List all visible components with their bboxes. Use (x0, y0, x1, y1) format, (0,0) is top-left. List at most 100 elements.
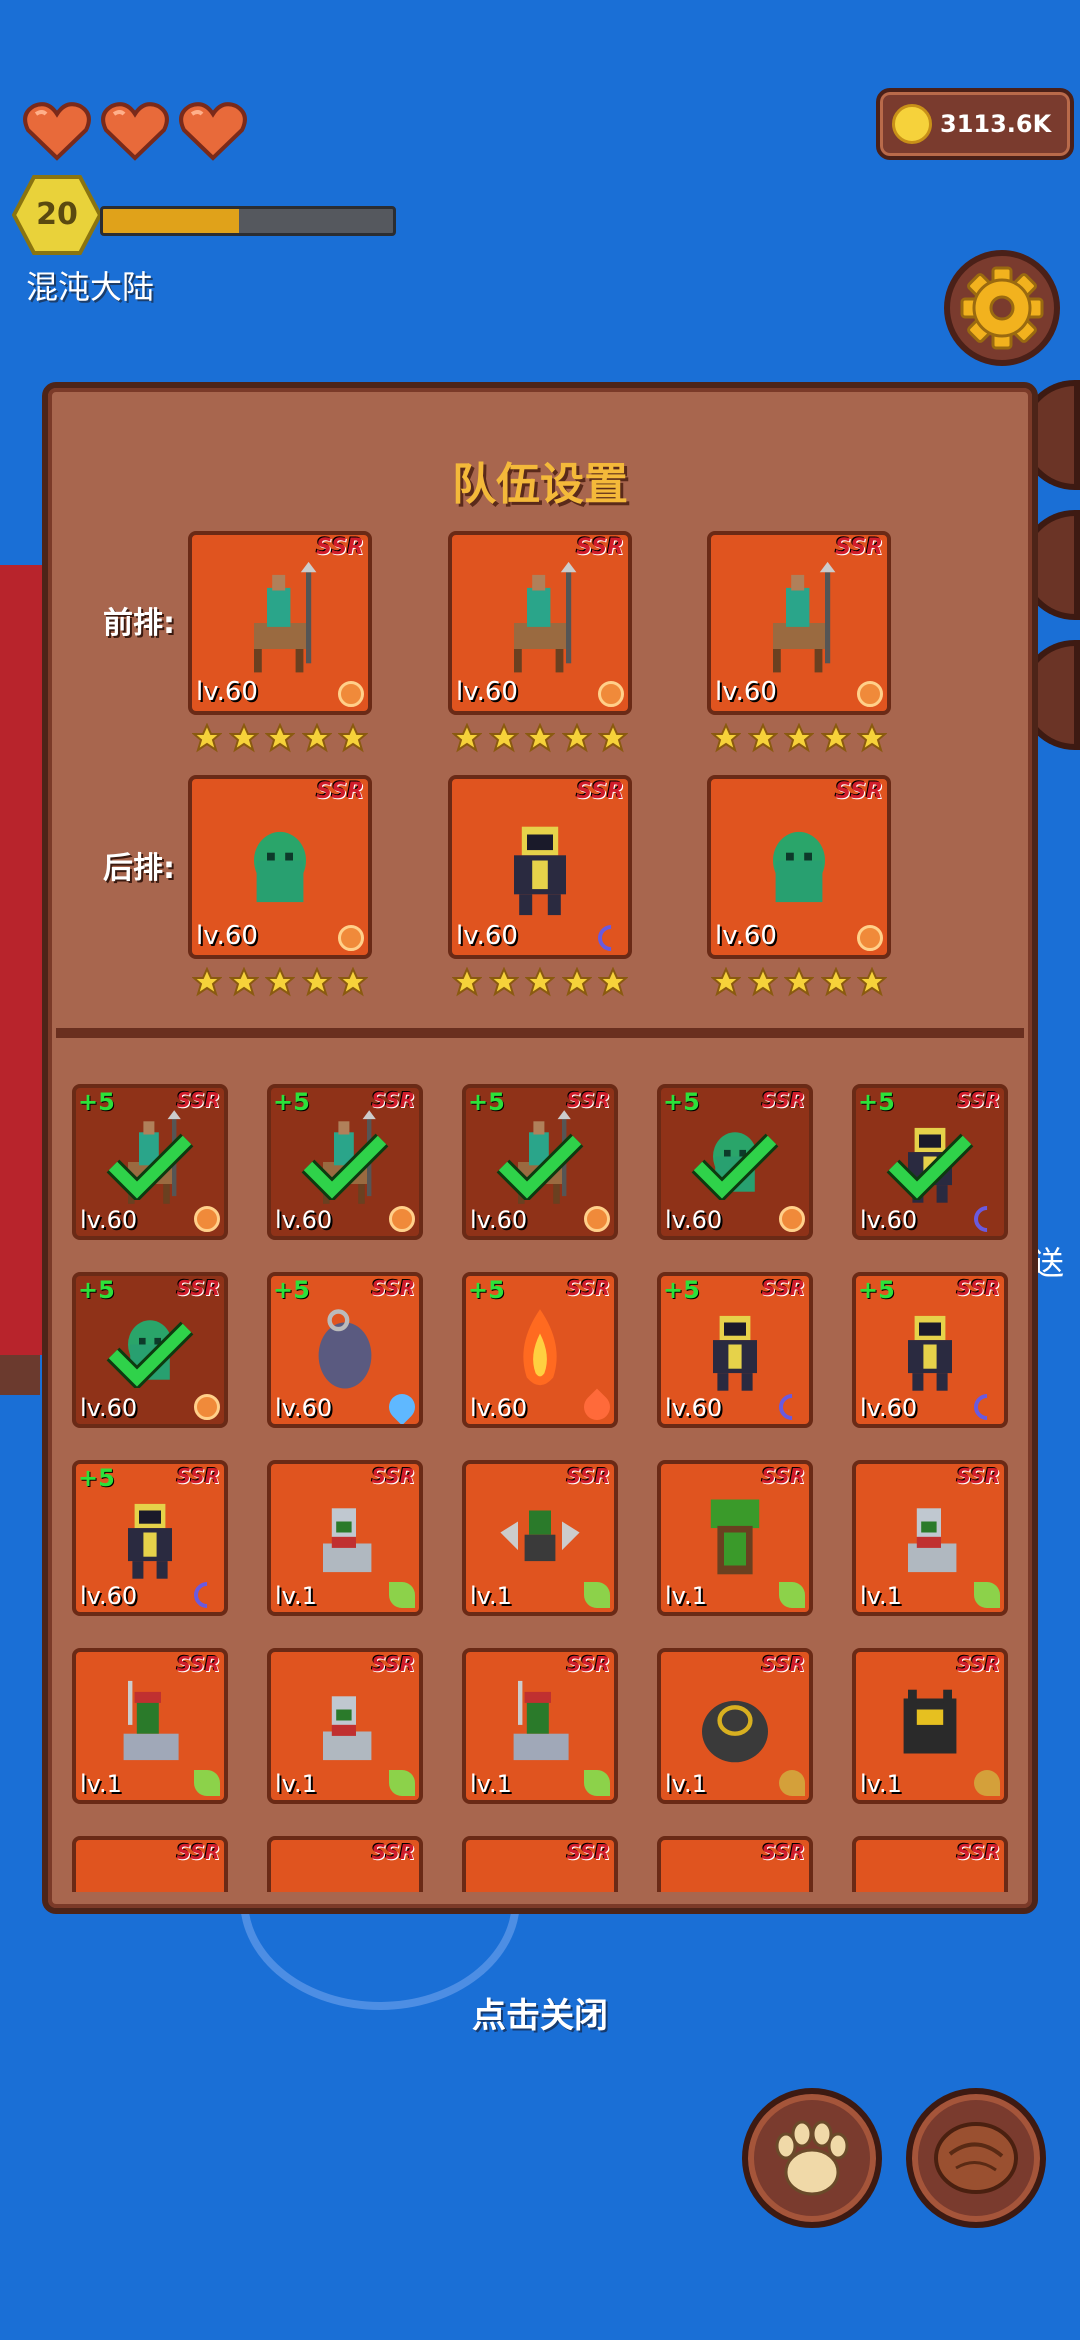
hero-card[interactable]: +5 SSR lv.60 (72, 1084, 228, 1240)
wolf-orc-sprite-icon (323, 1696, 372, 1761)
star-icon (191, 966, 223, 1001)
hero-card[interactable]: SSR (852, 1836, 1008, 1892)
hero-card[interactable]: SSR (72, 1836, 228, 1892)
hero-card[interactable]: SSR lv.1 (852, 1648, 1008, 1804)
rarity-badge: SSR (956, 1840, 1001, 1864)
hero-level: lv.60 (860, 1206, 918, 1234)
hooded-mage-sprite-icon (318, 1309, 372, 1389)
rarity-badge: SSR (371, 1840, 416, 1864)
team-slot-front-3[interactable]: SSR lv.60 (707, 531, 891, 715)
upgrade-badge: +5 (273, 1088, 310, 1116)
region-name: 混沌大陆 (26, 268, 155, 306)
hero-pool[interactable]: +5 SSR lv.60 +5 SSR lv.60 +5 SSR lv.60 +5 SSR lv.60… (72, 1084, 1022, 1892)
hero-level: lv.60 (715, 677, 777, 707)
team-slot-back-2[interactable]: SSR lv.60 (448, 775, 632, 959)
rarity-badge: SSR (956, 1276, 1001, 1300)
rarity-badge: SSR (566, 1088, 611, 1112)
inventory-button[interactable] (906, 2088, 1046, 2228)
check-icon (301, 1133, 389, 1200)
team-slot-front-2[interactable]: SSR lv.60 (448, 531, 632, 715)
rarity-badge: SSR (956, 1464, 1001, 1488)
paw-icon (775, 2120, 849, 2196)
hero-card[interactable]: +5 SSR lv.60 (72, 1460, 228, 1616)
rarity-badge: SSR (761, 1088, 806, 1112)
hero-card[interactable]: SSR lv.1 (72, 1648, 228, 1804)
hero-level: lv.60 (470, 1206, 528, 1234)
star-icon (264, 966, 296, 1001)
hero-card[interactable]: SSR lv.1 (657, 1460, 813, 1616)
stone-golem-sprite-icon (702, 1700, 768, 1763)
star-icon (560, 966, 593, 1001)
hero-card[interactable]: SSR lv.1 (267, 1648, 423, 1804)
rarity-badge: SSR (835, 779, 883, 804)
hero-card[interactable]: SSR (267, 1836, 423, 1892)
rarity-badge: SSR (176, 1276, 221, 1300)
slime-ghost-sprite-icon (254, 831, 306, 903)
hero-card[interactable]: SSR lv.1 (657, 1648, 813, 1804)
earth-element-icon (779, 1770, 805, 1796)
section-divider (56, 1028, 1024, 1038)
star-icon (783, 722, 815, 757)
close-hint[interactable]: 点击关闭 (0, 1988, 1080, 2037)
wolf-rider-sprite-icon (123, 1680, 179, 1761)
wolf-orc-sprite-icon (323, 1508, 372, 1573)
hero-card[interactable]: +5 SSR lv.60 (657, 1084, 813, 1240)
hero-card[interactable]: SSR lv.1 (852, 1460, 1008, 1616)
rarity-badge: SSR (176, 1464, 221, 1488)
check-icon (496, 1133, 584, 1200)
hero-level: lv.60 (470, 1394, 528, 1422)
hero-level: lv.60 (275, 1206, 333, 1234)
hero-level: lv.1 (470, 1582, 512, 1610)
heart-icon (100, 100, 170, 166)
hero-level: lv.60 (80, 1394, 138, 1422)
sun-element-icon (779, 1206, 805, 1232)
hero-card[interactable]: +5 SSR lv.60 (267, 1272, 423, 1428)
hero-card[interactable]: SSR lv.1 (462, 1460, 618, 1616)
hero-card[interactable]: +5 SSR lv.60 (462, 1272, 618, 1428)
check-icon (691, 1133, 779, 1200)
hero-card[interactable]: SSR (657, 1836, 813, 1892)
background-ledge (0, 1355, 40, 1395)
check-icon (886, 1133, 974, 1200)
team-slot-back-1[interactable]: SSR lv.60 (188, 775, 372, 959)
leather-bag-icon (934, 2122, 1018, 2194)
leaf-element-icon (194, 1770, 220, 1796)
hero-card[interactable]: SSR (462, 1836, 618, 1892)
slime-ghost-sprite-icon (773, 831, 825, 903)
hero-card[interactable]: +5 SSR lv.60 (852, 1084, 1008, 1240)
star-icon (783, 966, 815, 1001)
star-icon (300, 966, 333, 1001)
rarity-badge: SSR (761, 1840, 806, 1864)
star-icon (710, 722, 742, 757)
rarity-badge: SSR (176, 1088, 221, 1112)
star-icon (451, 966, 483, 1001)
team-slot-back-3[interactable]: SSR lv.60 (707, 775, 891, 959)
hero-level: lv.60 (860, 1394, 918, 1422)
coin-counter[interactable]: 3113.6K (876, 88, 1074, 160)
leaf-element-icon (389, 1770, 415, 1796)
xp-bar (100, 206, 396, 236)
check-icon (106, 1133, 194, 1200)
hero-card[interactable]: SSR lv.1 (462, 1648, 618, 1804)
upgrade-badge: +5 (468, 1088, 505, 1116)
settings-button[interactable] (944, 250, 1060, 366)
health-hearts (22, 100, 248, 166)
upgrade-badge: +5 (663, 1088, 700, 1116)
hero-card[interactable]: SSR lv.1 (267, 1460, 423, 1616)
pet-button[interactable] (742, 2088, 882, 2228)
rarity-badge: SSR (566, 1840, 611, 1864)
star-rating (448, 966, 632, 1001)
hero-card[interactable]: +5 SSR lv.60 (852, 1272, 1008, 1428)
hero-card[interactable]: +5 SSR lv.60 (72, 1272, 228, 1428)
star-icon (524, 722, 556, 757)
star-rating (707, 966, 891, 1001)
team-slot-front-1[interactable]: SSR lv.60 (188, 531, 372, 715)
upgrade-badge: +5 (78, 1088, 115, 1116)
hero-card[interactable]: +5 SSR lv.60 (657, 1272, 813, 1428)
star-rating (188, 966, 372, 1001)
star-icon (710, 966, 742, 1001)
wolf-orc-sprite-icon (908, 1508, 957, 1573)
hero-card[interactable]: +5 SSR lv.60 (462, 1084, 618, 1240)
hero-card[interactable]: +5 SSR lv.60 (267, 1084, 423, 1240)
upgrade-badge: +5 (858, 1276, 895, 1304)
